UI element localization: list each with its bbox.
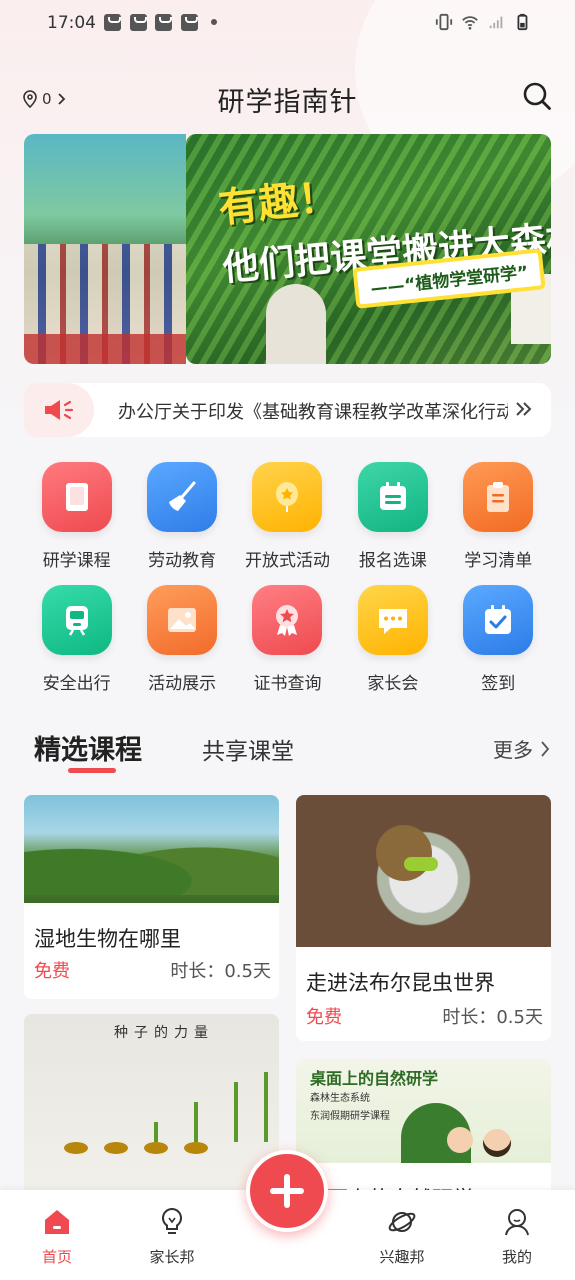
grid-item-course-registration[interactable]: 报名选课: [340, 462, 445, 571]
banner-carousel[interactable]: 有趣！ 他们把课堂搬进大森林了 ——“植物学堂研学”: [24, 134, 551, 364]
wifi-icon: [462, 16, 478, 30]
broom-icon: [147, 462, 218, 532]
user-icon: [505, 1209, 529, 1236]
more-notifications-icon: [211, 19, 217, 25]
chevron-right-icon: [541, 740, 550, 757]
course-image-subtitle: 森林生态系统: [310, 1093, 370, 1104]
more-link[interactable]: 更多: [493, 734, 551, 763]
status-bar: 17:04: [0, 0, 575, 48]
function-grid: 研学课程 劳动教育 开放式活动 报名选课 学习清单 安全出行 活动展示 证书查询…: [24, 462, 551, 694]
notification-icon: [130, 14, 147, 31]
nav-label: 首页: [41, 1248, 72, 1266]
home-icon: [45, 1210, 69, 1234]
tab-indicator: [68, 768, 116, 773]
course-image: 种子的力量: [24, 1014, 279, 1194]
course-image: 桌面上的自然研学 森林生态系统 东润假期研学课程: [296, 1059, 551, 1163]
lightbulb-icon: [161, 1207, 183, 1234]
planet-icon: [388, 1212, 416, 1232]
course-image: [24, 795, 279, 903]
course-image: [296, 795, 551, 947]
notification-icon: [155, 14, 172, 31]
course-image-heading: 桌面上的自然研学: [310, 1069, 439, 1088]
nav-interests[interactable]: 兴趣邦: [362, 1206, 442, 1267]
picture-icon: [147, 585, 218, 655]
calendar-check-icon: [463, 585, 534, 655]
course-duration: 时长：0.5天: [442, 1007, 543, 1028]
award-icon: [252, 585, 323, 655]
grid-item-activity-showcase[interactable]: 活动展示: [129, 585, 234, 694]
grid-item-check-in[interactable]: 签到: [446, 585, 551, 694]
course-card[interactable]: 走进法布尔昆虫世界 免费 时长：0.5天: [296, 795, 551, 1041]
grid-item-certificate-query[interactable]: 证书查询: [235, 585, 340, 694]
more-label: 更多: [493, 738, 533, 762]
balloon-icon: [252, 462, 323, 532]
chat-icon: [357, 585, 428, 655]
train-icon: [41, 585, 112, 655]
grid-item-safe-travel[interactable]: 安全出行: [24, 585, 129, 694]
notification-icon: [104, 14, 121, 31]
book-icon: [41, 462, 112, 532]
page-title: 研学指南针: [217, 87, 358, 118]
battery-icon: [517, 13, 528, 31]
double-chevron-right-icon[interactable]: [515, 399, 533, 419]
notice-bar[interactable]: 办公厅关于印发《基础教育课程教学改革深化行动》: [24, 383, 551, 437]
nav-parents[interactable]: 家长邦: [132, 1206, 212, 1267]
grid-item-parent-meeting[interactable]: 家长会: [340, 585, 445, 694]
course-title: 走进法布尔昆虫世界: [306, 971, 495, 995]
nav-label: 家长邦: [149, 1248, 195, 1266]
course-tabs: 精选课程 共享课堂 更多: [34, 728, 551, 778]
course-price: 免费: [306, 1007, 342, 1028]
nav-profile[interactable]: 我的: [477, 1206, 557, 1267]
status-time: 17:04: [47, 13, 96, 33]
banner-prev-image[interactable]: [24, 134, 186, 364]
course-image-subtitle: 东润假期研学课程: [310, 1111, 390, 1122]
calendar-list-icon: [357, 462, 428, 532]
nav-label: 我的: [501, 1248, 532, 1266]
notice-text: 办公厅关于印发《基础教育课程教学改革深化行动》: [118, 402, 508, 423]
nav-home[interactable]: 首页: [17, 1206, 97, 1267]
course-duration: 时长：0.5天: [170, 961, 271, 982]
course-image-heading: 种子的力量: [114, 1025, 214, 1041]
grid-item-study-list[interactable]: 学习清单: [446, 462, 551, 571]
course-title: 湿地生物在哪里: [34, 927, 181, 951]
course-card[interactable]: 种子的力量: [24, 1014, 279, 1214]
course-price: 免费: [34, 961, 70, 982]
search-icon[interactable]: [522, 81, 552, 111]
nav-label: 兴趣邦: [379, 1248, 425, 1266]
tab-featured-courses[interactable]: 精选课程: [34, 728, 142, 767]
grid-item-labor-education[interactable]: 劳动教育: [129, 462, 234, 571]
megaphone-icon: [45, 400, 74, 420]
add-button[interactable]: [246, 1150, 328, 1232]
grid-item-open-activities[interactable]: 开放式活动: [235, 462, 340, 571]
course-card[interactable]: 湿地生物在哪里 免费 时长：0.5天: [24, 795, 279, 999]
grid-item-study-courses[interactable]: 研学课程: [24, 462, 129, 571]
vibrate-icon: [435, 13, 453, 31]
notification-icon: [181, 14, 198, 31]
clipboard-icon: [463, 462, 534, 532]
signal-icon: [489, 16, 503, 29]
tab-shared-classroom[interactable]: 共享课堂: [202, 732, 294, 766]
banner-current-image[interactable]: 有趣！ 他们把课堂搬进大森林了 ——“植物学堂研学”: [186, 134, 551, 364]
